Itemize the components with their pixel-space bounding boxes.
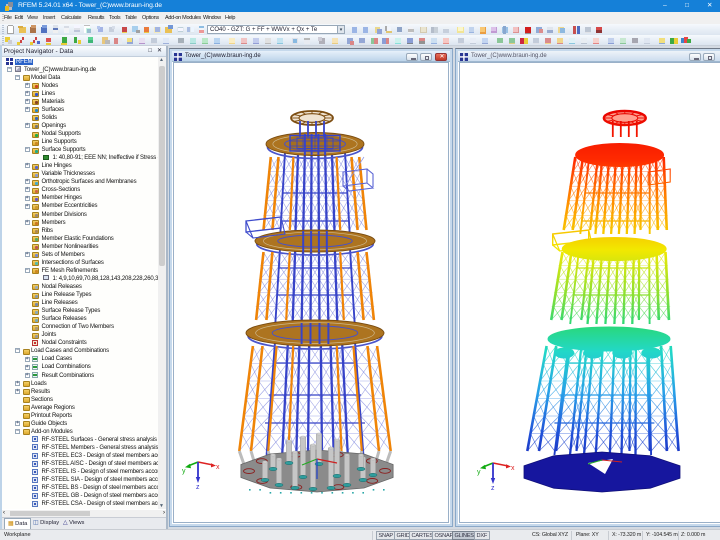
svg-text:z: z: [196, 484, 200, 489]
svg-text:x: x: [511, 465, 515, 472]
svg-text:x: x: [216, 464, 220, 471]
svg-text:y: y: [182, 468, 186, 475]
svg-text:y: y: [477, 469, 481, 476]
svg-text:z: z: [491, 485, 495, 490]
